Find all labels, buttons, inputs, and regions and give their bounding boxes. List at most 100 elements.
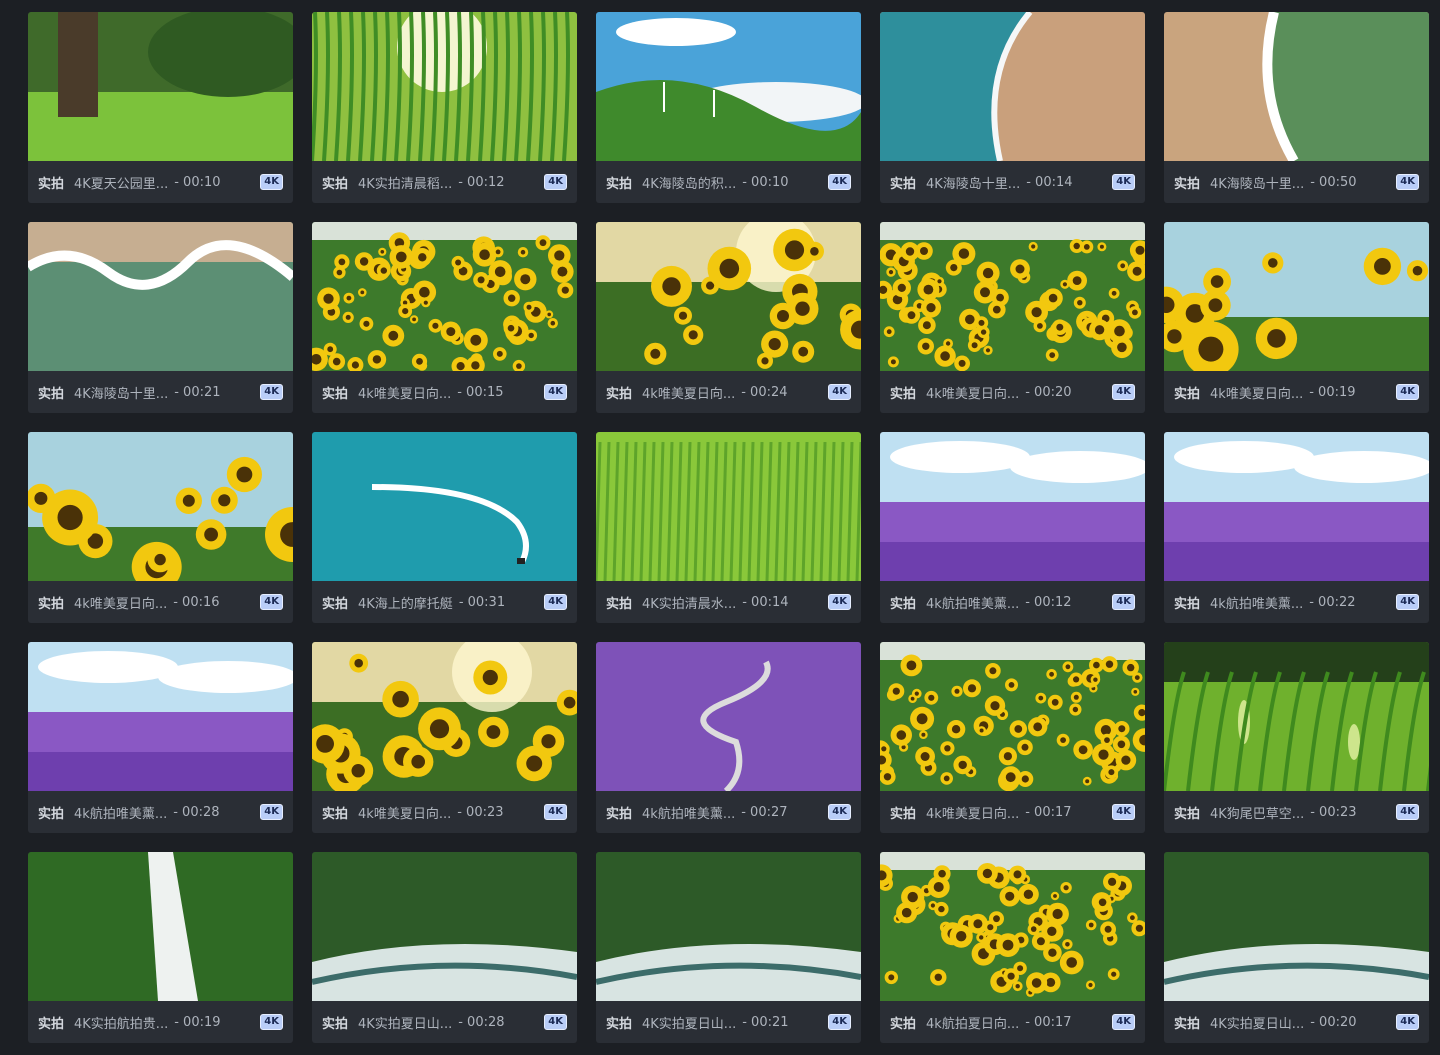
video-duration: - 00:27 — [741, 804, 788, 820]
video-title[interactable]: 4K海陵岛十里... — [74, 383, 168, 402]
video-card[interactable]: 实拍 4K海陵岛的积... - 00:10 4K — [596, 12, 861, 203]
resolution-badge: 4K — [1112, 174, 1135, 190]
resolution-badge: 4K — [260, 1014, 283, 1030]
video-title[interactable]: 4k航拍唯美薰... — [74, 803, 167, 822]
video-thumbnail[interactable] — [880, 12, 1145, 161]
video-thumbnail[interactable] — [880, 432, 1145, 581]
video-title[interactable]: 4k航拍唯美薰... — [642, 803, 735, 822]
video-card[interactable]: 实拍 4K海陵岛十里... - 00:14 4K — [880, 12, 1145, 203]
footage-tag: 实拍 — [38, 596, 65, 612]
video-card[interactable]: 实拍 4K海上的摩托艇 - 00:31 4K — [312, 432, 577, 623]
video-title[interactable]: 4k航拍唯美薰... — [1210, 593, 1303, 612]
resolution-badge: 4K — [544, 1014, 567, 1030]
video-thumbnail[interactable] — [312, 852, 577, 1001]
video-title[interactable]: 4k唯美夏日向... — [74, 593, 167, 612]
video-title[interactable]: 4k唯美夏日向... — [358, 803, 451, 822]
video-card[interactable]: 实拍 4k航拍夏日向... - 00:17 4K — [880, 852, 1145, 1043]
video-thumbnail[interactable] — [1164, 642, 1429, 791]
video-title[interactable]: 4k唯美夏日向... — [926, 383, 1019, 402]
video-thumbnail[interactable] — [880, 852, 1145, 1001]
video-thumbnail[interactable] — [28, 852, 293, 1001]
video-title[interactable]: 4K海陵岛的积... — [642, 173, 736, 192]
video-thumbnail[interactable] — [596, 432, 861, 581]
resolution-badge: 4K — [1112, 594, 1135, 610]
video-title[interactable]: 4K实拍清晨稻... — [358, 173, 452, 192]
video-thumbnail[interactable] — [596, 12, 861, 161]
video-thumbnail[interactable] — [312, 642, 577, 791]
video-thumbnail[interactable] — [312, 222, 577, 371]
video-card[interactable]: 实拍 4K实拍航拍贵... - 00:19 4K — [28, 852, 293, 1043]
video-duration: - 00:16 — [173, 594, 220, 610]
video-title[interactable]: 4k航拍唯美薰... — [926, 593, 1019, 612]
video-card[interactable]: 实拍 4k唯美夏日向... - 00:23 4K — [312, 642, 577, 833]
video-duration: - 00:28 — [458, 1014, 505, 1030]
video-card[interactable]: 实拍 4k唯美夏日向... - 00:24 4K — [596, 222, 861, 413]
video-thumbnail[interactable] — [1164, 222, 1429, 371]
video-card[interactable]: 实拍 4K实拍清晨稻... - 00:12 4K — [312, 12, 577, 203]
video-card[interactable]: 实拍 4k唯美夏日向... - 00:16 4K — [28, 432, 293, 623]
video-thumbnail[interactable] — [312, 432, 577, 581]
resolution-badge: 4K — [1396, 174, 1419, 190]
video-meta: 实拍 4K海上的摩托艇 - 00:31 4K — [312, 581, 577, 623]
video-title[interactable]: 4K海上的摩托艇 — [358, 593, 453, 612]
video-thumbnail[interactable] — [596, 852, 861, 1001]
video-meta: 实拍 4k航拍夏日向... - 00:17 4K — [880, 1001, 1145, 1043]
video-thumbnail[interactable] — [596, 642, 861, 791]
video-title[interactable]: 4K夏天公园里... — [74, 173, 168, 192]
video-card[interactable]: 实拍 4K海陵岛十里... - 00:50 4K — [1164, 12, 1429, 203]
video-card[interactable]: 实拍 4K海陵岛十里... - 00:21 4K — [28, 222, 293, 413]
resolution-badge: 4K — [260, 174, 283, 190]
footage-tag: 实拍 — [890, 806, 917, 822]
video-title[interactable]: 4K海陵岛十里... — [926, 173, 1020, 192]
video-thumbnail[interactable] — [28, 432, 293, 581]
video-title[interactable]: 4K海陵岛十里... — [1210, 173, 1304, 192]
video-meta: 实拍 4K实拍清晨水... - 00:14 4K — [596, 581, 861, 623]
video-card[interactable]: 实拍 4k航拍唯美薰... - 00:22 4K — [1164, 432, 1429, 623]
video-card[interactable]: 实拍 4K实拍清晨水... - 00:14 4K — [596, 432, 861, 623]
video-thumbnail[interactable] — [1164, 852, 1429, 1001]
video-card[interactable]: 实拍 4k唯美夏日向... - 00:17 4K — [880, 642, 1145, 833]
video-title[interactable]: 4K狗尾巴草空... — [1210, 803, 1304, 822]
video-thumbnail[interactable] — [28, 222, 293, 371]
footage-tag: 实拍 — [1174, 596, 1201, 612]
video-meta: 实拍 4K实拍航拍贵... - 00:19 4K — [28, 1001, 293, 1043]
video-title[interactable]: 4k唯美夏日向... — [642, 383, 735, 402]
video-card[interactable]: 实拍 4k唯美夏日向... - 00:15 4K — [312, 222, 577, 413]
video-card[interactable]: 实拍 4K实拍夏日山... - 00:21 4K — [596, 852, 861, 1043]
video-title[interactable]: 4k航拍夏日向... — [926, 1013, 1019, 1032]
video-card[interactable]: 实拍 4k航拍唯美薰... - 00:28 4K — [28, 642, 293, 833]
video-card[interactable]: 实拍 4k唯美夏日向... - 00:19 4K — [1164, 222, 1429, 413]
footage-tag: 实拍 — [890, 1016, 917, 1032]
video-thumbnail[interactable] — [312, 12, 577, 161]
video-card[interactable]: 实拍 4K实拍夏日山... - 00:20 4K — [1164, 852, 1429, 1043]
video-duration: - 00:23 — [1310, 804, 1357, 820]
video-thumbnail[interactable] — [1164, 12, 1429, 161]
video-card[interactable]: 实拍 4K夏天公园里... - 00:10 4K — [28, 12, 293, 203]
video-thumbnail[interactable] — [1164, 432, 1429, 581]
video-title[interactable]: 4K实拍夏日山... — [1210, 1013, 1304, 1032]
video-title[interactable]: 4k唯美夏日向... — [926, 803, 1019, 822]
video-card[interactable]: 实拍 4k唯美夏日向... - 00:20 4K — [880, 222, 1145, 413]
video-card[interactable]: 实拍 4k航拍唯美薰... - 00:12 4K — [880, 432, 1145, 623]
video-thumbnail[interactable] — [596, 222, 861, 371]
footage-tag: 实拍 — [322, 176, 349, 192]
video-title[interactable]: 4k唯美夏日向... — [358, 383, 451, 402]
video-card[interactable]: 实拍 4K实拍夏日山... - 00:28 4K — [312, 852, 577, 1043]
video-thumbnail[interactable] — [880, 642, 1145, 791]
video-card[interactable]: 实拍 4K狗尾巴草空... - 00:23 4K — [1164, 642, 1429, 833]
video-thumbnail[interactable] — [28, 642, 293, 791]
video-title[interactable]: 4K实拍夏日山... — [642, 1013, 736, 1032]
video-thumbnail[interactable] — [880, 222, 1145, 371]
video-duration: - 00:20 — [1025, 384, 1072, 400]
resolution-badge: 4K — [1396, 594, 1419, 610]
video-thumbnail[interactable] — [28, 12, 293, 161]
video-card[interactable]: 实拍 4k航拍唯美薰... - 00:27 4K — [596, 642, 861, 833]
resolution-badge: 4K — [828, 804, 851, 820]
video-title[interactable]: 4k唯美夏日向... — [1210, 383, 1303, 402]
video-title[interactable]: 4K实拍夏日山... — [358, 1013, 452, 1032]
video-meta: 实拍 4K海陵岛十里... - 00:50 4K — [1164, 161, 1429, 203]
video-duration: - 00:10 — [742, 174, 789, 190]
video-title[interactable]: 4K实拍清晨水... — [642, 593, 736, 612]
video-title[interactable]: 4K实拍航拍贵... — [74, 1013, 168, 1032]
video-meta: 实拍 4K狗尾巴草空... - 00:23 4K — [1164, 791, 1429, 833]
